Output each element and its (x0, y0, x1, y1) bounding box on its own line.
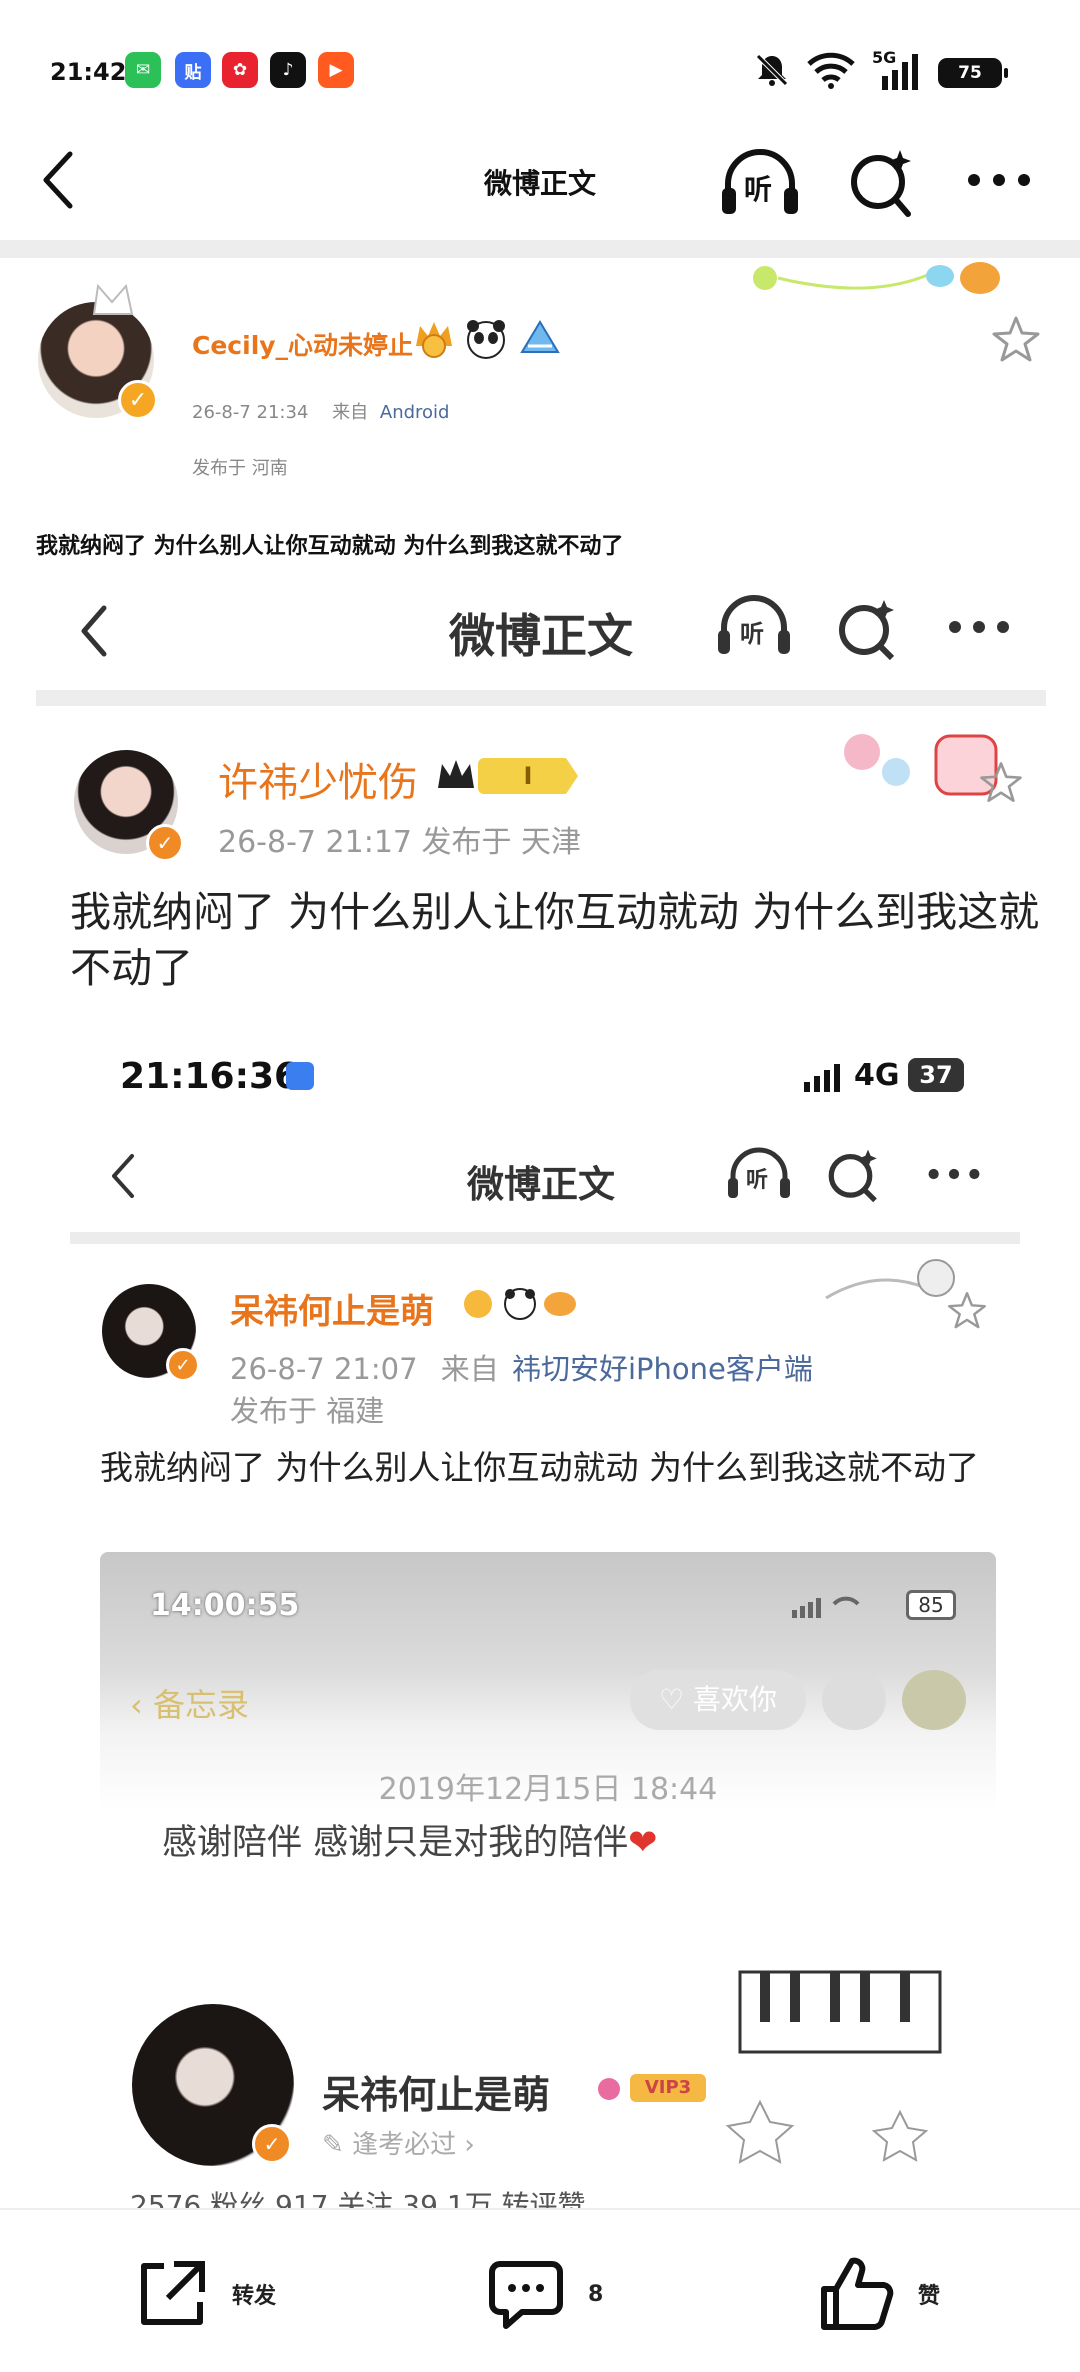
source-prefix: 来自 (332, 402, 369, 423)
embed3-status-time: 14:00:55 (150, 1588, 300, 1623)
decor-cat-sticker-icon (753, 262, 1000, 294)
embed2-title: 微博正文 (467, 1163, 615, 1206)
embed-verified-badge-icon: ✓ (146, 824, 184, 862)
embed2-battery: 37 (908, 1058, 964, 1092)
embed3-more-icon (902, 1670, 966, 1730)
embed2-source-prefix: 来自 (440, 1352, 499, 1386)
embed3-like-label: 喜欢你 (693, 1683, 778, 1716)
listen-button[interactable]: 听 (718, 144, 802, 224)
embed-star-icon (980, 762, 1022, 803)
embed2-star-icon (948, 1292, 986, 1329)
embed3-gender-icon (598, 2078, 620, 2100)
post-text: 我就纳闷了 为什么别人让你互动就动 为什么到我这就不动了 (36, 534, 624, 559)
tiktok-icon: ♪ (270, 52, 306, 88)
embed3-note: 感谢陪伴 感谢只是对我的陪伴❤ (162, 1814, 657, 1865)
embed2-source: 祎切安好iPhone客户端 (511, 1352, 813, 1386)
embed3-profile-name: 呆祎何止是萌 (322, 2073, 551, 2117)
embed3-note-text: 感谢陪伴 感谢只是对我的陪伴 (162, 1823, 629, 1863)
embed3-battery: 85 (906, 1590, 956, 1620)
more-options-icon[interactable] (964, 170, 1034, 190)
embed-divider (36, 690, 1046, 706)
embed-listen-button: 听 (716, 592, 792, 662)
shark-icon (520, 320, 560, 353)
share-icon (141, 2261, 205, 2325)
embed2-search-icon (828, 1149, 877, 1203)
page-title: 微博正文 (483, 167, 596, 200)
embed-author-name: 许祎少忧伤 (218, 760, 418, 806)
heart-icon: ❤ (628, 1823, 658, 1863)
embed2-status-time: 21:16:36 (120, 1056, 300, 1097)
status-time: 21:42 (50, 58, 127, 86)
status-bar: 21:42 ✉ 贴 ✿ ♪ ▶ 5G 75 (0, 0, 1080, 130)
post-location: 发布于 河南 (192, 458, 288, 479)
battery-indicator: 75 (938, 58, 1008, 88)
divider (0, 240, 1080, 258)
repost-button[interactable]: 转发 (134, 2254, 276, 2334)
embed3-status-icons-icon (792, 1596, 860, 1618)
embed-meta: 26-8-7 21:17 发布于 天津 (218, 825, 582, 860)
embed2-location: 发布于 福建 (230, 1394, 385, 1428)
embed3-stats: 2576 粉丝 917 关注 39.1万 转评赞 (130, 2189, 586, 2208)
thumbs-up-icon (821, 2257, 894, 2330)
kuaishou-icon: ▶ (318, 52, 354, 88)
mute-bell-icon (756, 54, 788, 86)
embed2-broadcast-icon (286, 1062, 314, 1090)
author-name[interactable]: Cecily_心动未婷止 (192, 326, 413, 362)
bottom-action-bar: 转发 8 赞 (0, 2208, 1080, 2372)
embed2-badges-icon (464, 1288, 576, 1320)
panda-icon (467, 320, 505, 359)
post-meta: 26-8-7 21:34 来自 Android (192, 398, 449, 424)
embed2-author-name: 呆祎何止是萌 (230, 1292, 434, 1332)
embed-search-icon (839, 600, 895, 661)
post-image[interactable]: 微博正文 听 ✓ 许祎少忧伤 I 26-8-7 21:17 发布于 天津 我就纳… (36, 562, 1046, 2208)
wechat-icon: ✉ (125, 52, 161, 88)
huawei-mall-icon: ✿ (222, 52, 258, 88)
search-sparkle-icon[interactable] (846, 146, 916, 220)
embed-level-badge: I (478, 758, 578, 794)
like-button[interactable]: 赞 (818, 2254, 940, 2334)
verified-badge-icon: ✓ (118, 380, 158, 420)
embed3-profile-sub-text: 逢考必过 (352, 2130, 457, 2160)
like-label: 赞 (918, 2284, 941, 2309)
embed3-date: 2019年12月15日 18:44 (378, 1772, 718, 1807)
tieba-icon: 贴 (175, 52, 211, 88)
signal-icon (882, 54, 918, 90)
embed2-signal-icon (804, 1064, 840, 1092)
embed3-profile-sub: ✎ 逢考必过 › (322, 2130, 475, 2160)
embed2-time: 26-8-7 21:07 (230, 1352, 418, 1386)
embed-post-text: 我就纳闷了 为什么别人让你互动就动 为什么到我这就不动了 (70, 888, 1040, 992)
embed3-image: 14:00:55 85 ‹ 备忘录 ♡ 喜欢你 2019年12月15日 18:4… (100, 1552, 996, 2208)
embed3-back: ‹ 备忘录 (130, 1686, 249, 1724)
wifi-icon (807, 52, 855, 89)
favorite-star-icon[interactable] (990, 314, 1042, 366)
post-time: 26-8-7 21:34 (192, 402, 309, 423)
embed-listen-label: 听 (740, 620, 764, 648)
embed2-post-text: 我就纳闷了 为什么别人让你互动就动 为什么到我这就不动了 (100, 1448, 979, 1487)
embed3-piano-decor-icon (725, 1970, 942, 2164)
embed2-divider (70, 1232, 1020, 1244)
embed-crown-icon (438, 760, 474, 788)
embed2-more-icon (928, 1168, 980, 1180)
comment-icon (489, 2261, 563, 2329)
embed-more-icon (949, 621, 1009, 633)
embed3-search-icon (822, 1670, 886, 1730)
embed2-verified-badge-icon: ✓ (166, 1348, 200, 1382)
embed2-meta: 26-8-7 21:07 来自 祎切安好iPhone客户端 (230, 1346, 813, 1388)
post-source-link[interactable]: Android (380, 402, 450, 423)
comment-button[interactable]: 8 (486, 2254, 603, 2334)
embed3-back-label: 备忘录 (152, 1686, 249, 1724)
crown-medal-icon (416, 322, 452, 358)
repost-label: 转发 (232, 2284, 277, 2309)
embed3-like-pill: ♡ 喜欢你 (630, 1670, 806, 1730)
embed2-listen-button: 听 (726, 1144, 792, 1204)
embed3-verified-badge-icon: ✓ (252, 2124, 292, 2164)
nav-bar: 微博正文 听 (0, 130, 1080, 240)
comment-count: 8 (588, 2281, 604, 2307)
embed2-listen-label: 听 (746, 1168, 769, 1193)
listen-label: 听 (744, 173, 773, 206)
embed3-vip-badge: VIP3 (630, 2074, 706, 2102)
avatar-cat-frame-icon (92, 283, 134, 315)
embed2-network: 4G (854, 1058, 900, 1093)
